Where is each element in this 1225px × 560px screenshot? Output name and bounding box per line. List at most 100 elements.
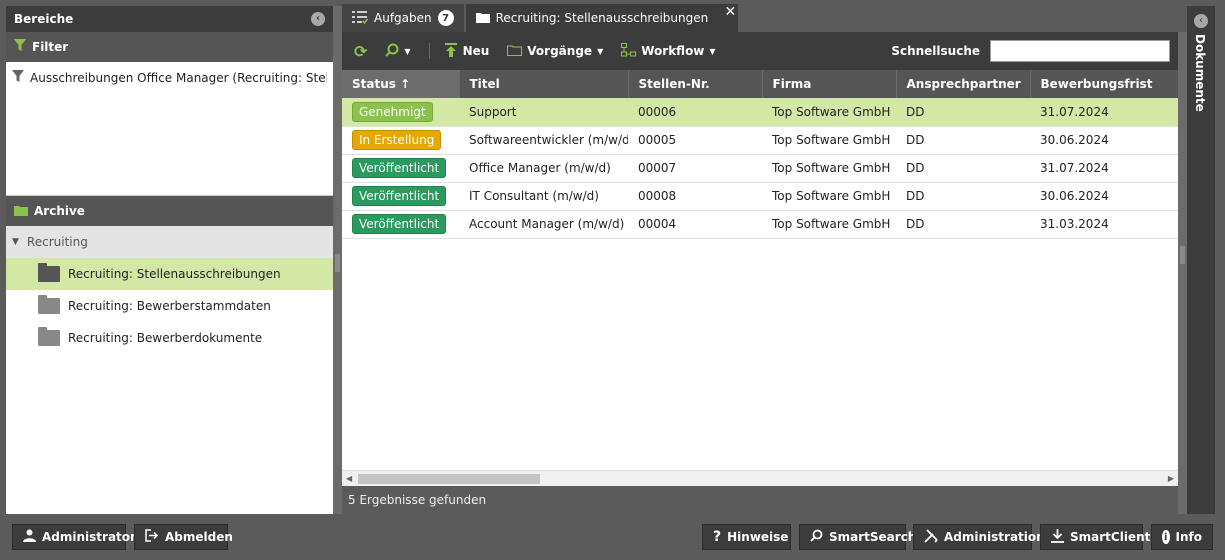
bottom-bar: Administrator Abmelden ? Hinweise SmartS…: [0, 520, 1225, 560]
splitter-grip[interactable]: [1180, 246, 1185, 264]
areas-title: Bereiche: [14, 12, 74, 26]
bewerbungsfrist-cell: 31.07.2024: [1030, 154, 1178, 183]
toolbar: ⟳ ▼ Neu Vorgänge ▼ Workflow ▼ Schnellsuc…: [342, 32, 1178, 70]
horizontal-scrollbar[interactable]: ◀ ▶: [342, 470, 1178, 486]
folder-icon: [38, 327, 60, 346]
search-icon: [810, 529, 823, 545]
sort-ascending-icon: ↑: [400, 77, 411, 91]
info-button[interactable]: i Info: [1151, 524, 1213, 550]
tree-item-stellenausschreibungen[interactable]: Recruiting: Stellenausschreibungen: [6, 258, 333, 290]
expand-right-icon[interactable]: ‹: [1194, 14, 1208, 28]
splitter-grip[interactable]: [335, 254, 340, 272]
tools-icon: [924, 528, 938, 546]
documents-label: Dokumente: [1193, 34, 1207, 112]
tab-aufgaben[interactable]: Aufgaben 7: [342, 4, 464, 32]
firma-cell: Top Software GmbH: [762, 126, 896, 155]
tasks-icon: [352, 10, 369, 27]
bewerbungsfrist-cell: 31.07.2024: [1030, 98, 1178, 127]
workflow-button[interactable]: Workflow ▼: [621, 42, 716, 60]
bewerbungsfrist-cell: 30.06.2024: [1030, 126, 1178, 155]
table-row[interactable]: Veröffentlicht IT Consultant (m/w/d) 00008…: [342, 182, 1178, 211]
folder-icon: [475, 11, 490, 26]
tab-stellenausschreibungen[interactable]: Recruiting: Stellenausschreibungen ✕: [465, 4, 739, 32]
filter-item-label: Ausschreibungen Office Manager (Recruiti…: [30, 71, 327, 85]
workflow-icon: [621, 42, 637, 60]
tree-group-recruiting[interactable]: ▼ Recruiting: [6, 226, 333, 258]
bewerbungsfrist-cell: 31.03.2024: [1030, 210, 1178, 239]
table-row[interactable]: Veröffentlicht Account Manager (m/w/d) 000…: [342, 210, 1178, 239]
new-label: Neu: [462, 44, 490, 58]
logout-button[interactable]: Abmelden: [134, 524, 233, 550]
ansprechpartner-cell: DD: [896, 126, 1030, 155]
status-cell: Veröffentlicht: [342, 154, 459, 183]
tree-item-bewerberdokumente[interactable]: Recruiting: Bewerberdokumente: [6, 322, 333, 354]
left-panel: Bereiche ‹ Filter Ausschreibungen Office…: [6, 6, 333, 514]
table-row[interactable]: Genehmigt Support 00006 Top Software GmbH DD…: [342, 98, 1178, 127]
scroll-left-icon[interactable]: ◀: [346, 474, 352, 483]
administration-button[interactable]: Administration: [913, 524, 1045, 550]
hints-label: Hinweise: [727, 530, 789, 544]
column-header-titel[interactable]: Titel: [459, 70, 629, 98]
status-badge: Veröffentlicht: [352, 214, 447, 234]
main-content: ⟳ ▼ Neu Vorgänge ▼ Workflow ▼ Schnellsuc…: [342, 32, 1179, 514]
left-splitter[interactable]: [333, 6, 342, 514]
column-label: Status: [352, 77, 396, 91]
search-icon: [385, 43, 399, 60]
archive-header[interactable]: Archive: [6, 196, 333, 226]
search-button[interactable]: ▼: [385, 43, 411, 60]
smartsearch-button[interactable]: SmartSearch: [799, 524, 916, 550]
tab-bar: Aufgaben 7 Recruiting: Stellenausschreib…: [342, 4, 739, 32]
ansprechpartner-cell: DD: [896, 182, 1030, 211]
question-icon: ?: [713, 529, 722, 545]
quicksearch-label: Schnellsuche: [891, 44, 980, 58]
tree-item-label: Recruiting: Bewerberdokumente: [68, 331, 263, 345]
archive-label: Archive: [34, 204, 85, 218]
folder-icon: [38, 295, 60, 314]
right-splitter[interactable]: [1178, 32, 1187, 514]
smartclient-button[interactable]: SmartClient: [1040, 524, 1150, 550]
folder-icon: [507, 44, 523, 59]
filter-icon: [12, 70, 24, 86]
documents-sidebar[interactable]: ‹ Dokumente: [1187, 6, 1215, 514]
filter-list: Ausschreibungen Office Manager (Recruiti…: [6, 62, 333, 196]
stellen-nr-cell: 00004: [628, 210, 762, 239]
ansprechpartner-cell: DD: [896, 98, 1030, 127]
filter-item[interactable]: Ausschreibungen Office Manager (Recruiti…: [12, 70, 327, 86]
collapse-left-icon[interactable]: ‹: [311, 12, 325, 26]
procedures-button[interactable]: Vorgänge ▼: [507, 44, 603, 59]
column-header-firma[interactable]: Firma: [762, 70, 897, 98]
titel-cell: IT Consultant (m/w/d): [459, 182, 628, 211]
column-label: Stellen-Nr.: [638, 77, 710, 91]
tree-item-label: Recruiting: Stellenausschreibungen: [68, 267, 281, 281]
quicksearch-input[interactable]: [990, 40, 1170, 62]
column-header-stellen-nr[interactable]: Stellen-Nr.: [628, 70, 763, 98]
areas-header: Bereiche ‹: [6, 6, 333, 32]
status-badge: Veröffentlicht: [352, 158, 447, 178]
info-label: Info: [1175, 530, 1202, 544]
stellen-nr-cell: 00008: [628, 182, 762, 211]
status-badge: Veröffentlicht: [352, 186, 447, 206]
tree-item-label: Recruiting: Bewerberstammdaten: [68, 299, 271, 313]
filter-label: Filter: [32, 40, 69, 54]
download-icon: [1051, 528, 1064, 546]
new-button[interactable]: Neu: [444, 42, 490, 60]
titel-cell: Support: [459, 98, 628, 127]
table-row[interactable]: In Erstellung Softwareentwickler (m/w/d) 0…: [342, 126, 1178, 155]
administration-label: Administration: [944, 530, 1045, 544]
results-table: Status ↑ Titel Stellen-Nr. Firma Ansprec…: [342, 70, 1179, 239]
close-icon[interactable]: ✕: [725, 4, 737, 20]
column-label: Ansprechpartner: [906, 77, 1021, 91]
procedures-label: Vorgänge: [527, 44, 593, 58]
scroll-right-icon[interactable]: ▶: [1168, 474, 1174, 483]
filter-header[interactable]: Filter: [6, 32, 333, 62]
refresh-button[interactable]: ⟳: [354, 42, 367, 61]
table-row[interactable]: Veröffentlicht Office Manager (m/w/d) 0000…: [342, 154, 1178, 183]
user-button[interactable]: Administrator: [12, 524, 136, 550]
column-header-ansprechpartner[interactable]: Ansprechpartner: [896, 70, 1031, 98]
scrollbar-thumb[interactable]: [358, 474, 540, 484]
column-header-status[interactable]: Status ↑: [342, 70, 460, 98]
stellen-nr-cell: 00007: [628, 154, 762, 183]
hints-button[interactable]: ? Hinweise: [702, 524, 791, 550]
tree-item-bewerberstammdaten[interactable]: Recruiting: Bewerberstammdaten: [6, 290, 333, 322]
column-header-bewerbungsfrist[interactable]: Bewerbungsfrist: [1030, 70, 1179, 98]
